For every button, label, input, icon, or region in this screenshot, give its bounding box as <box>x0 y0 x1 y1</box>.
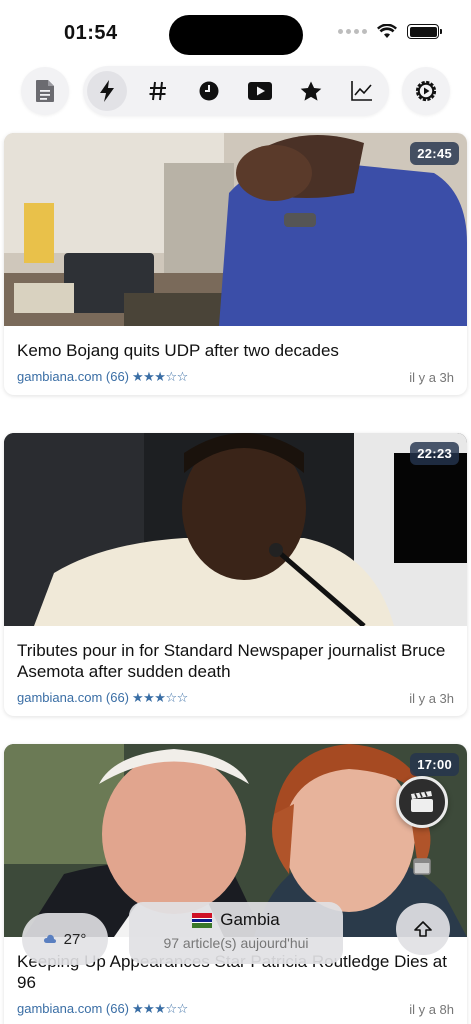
tab-flash[interactable] <box>87 71 127 111</box>
article-meta: gambiana.com (66) ★★★☆☆ il y a 8h <box>4 993 467 1017</box>
toolbar <box>0 66 471 116</box>
source-name: gambiana.com (66) <box>17 690 129 705</box>
time-badge: 17:00 <box>410 753 459 776</box>
status-time: 01:54 <box>64 22 118 44</box>
battery-icon <box>407 24 442 39</box>
weather-temperature: 27° <box>63 930 87 948</box>
clock-icon <box>199 81 219 101</box>
country-title: Gambia <box>129 910 343 930</box>
star-icon <box>300 81 322 101</box>
article-image: 22:23 <box>4 433 467 626</box>
time-badge: 22:23 <box>410 442 459 465</box>
calendar-icon[interactable] <box>412 856 432 876</box>
country-name: Gambia <box>220 910 280 929</box>
article-image: 22:45 <box>4 133 467 326</box>
article-source: gambiana.com (66) ★★★☆☆ <box>17 690 188 706</box>
video-floating-button[interactable] <box>396 776 448 828</box>
tab-favorites[interactable] <box>291 71 331 111</box>
document-icon <box>36 80 54 102</box>
article-card[interactable]: 22:23 Tributes pour in for Standard News… <box>4 433 467 716</box>
gear-icon <box>415 80 437 102</box>
category-tabs <box>83 66 389 116</box>
article-age: il y a 8h <box>409 1001 454 1017</box>
rating-stars: ★★★☆☆ <box>132 369 188 384</box>
clapperboard-icon <box>411 791 433 812</box>
gambia-flag-icon <box>192 912 213 928</box>
chart-icon <box>351 81 372 101</box>
article-source: gambiana.com (66) ★★★☆☆ <box>17 369 188 385</box>
source-name: gambiana.com (66) <box>17 1001 129 1016</box>
status-icons <box>338 24 442 39</box>
cloud-icon <box>43 934 56 943</box>
tab-charts[interactable] <box>342 71 382 111</box>
status-bar: 01:54 <box>0 0 471 64</box>
dynamic-island <box>169 15 303 55</box>
tab-clock[interactable] <box>189 71 229 111</box>
article-title: Tributes pour in for Standard Newspaper … <box>17 641 446 681</box>
article-meta: gambiana.com (66) ★★★☆☆ il y a 3h <box>4 361 467 385</box>
article-age: il y a 3h <box>409 690 454 706</box>
rating-stars: ★★★☆☆ <box>132 1001 188 1016</box>
article-title: Kemo Bojang quits UDP after two decades <box>17 341 339 360</box>
document-button[interactable] <box>21 67 69 115</box>
country-summary[interactable]: Gambia 97 article(s) aujourd'hui <box>129 902 343 964</box>
settings-button[interactable] <box>402 67 450 115</box>
article-meta: gambiana.com (66) ★★★☆☆ il y a 3h <box>4 682 467 706</box>
scroll-to-top-button[interactable] <box>396 903 450 955</box>
cellular-signal-icon <box>338 29 367 34</box>
arrow-up-icon <box>414 921 432 937</box>
article-count: 97 article(s) aujourd'hui <box>163 935 309 951</box>
tab-hashtag[interactable] <box>138 71 178 111</box>
source-name: gambiana.com (66) <box>17 369 129 384</box>
time-badge: 22:45 <box>410 142 459 165</box>
article-card[interactable]: 17:00 Keeping Up Appearances Star Patric… <box>4 744 467 1024</box>
article-age: il y a 3h <box>409 369 454 385</box>
rating-stars: ★★★☆☆ <box>132 690 188 705</box>
tab-video[interactable] <box>240 71 280 111</box>
flash-icon <box>100 80 114 102</box>
play-icon <box>248 82 272 100</box>
article-card[interactable]: 22:45 Kemo Bojang quits UDP after two de… <box>4 133 467 395</box>
weather-widget[interactable]: 27° <box>22 913 108 965</box>
wifi-icon <box>377 24 397 38</box>
hashtag-icon <box>149 81 166 101</box>
article-source: gambiana.com (66) ★★★☆☆ <box>17 1001 188 1017</box>
